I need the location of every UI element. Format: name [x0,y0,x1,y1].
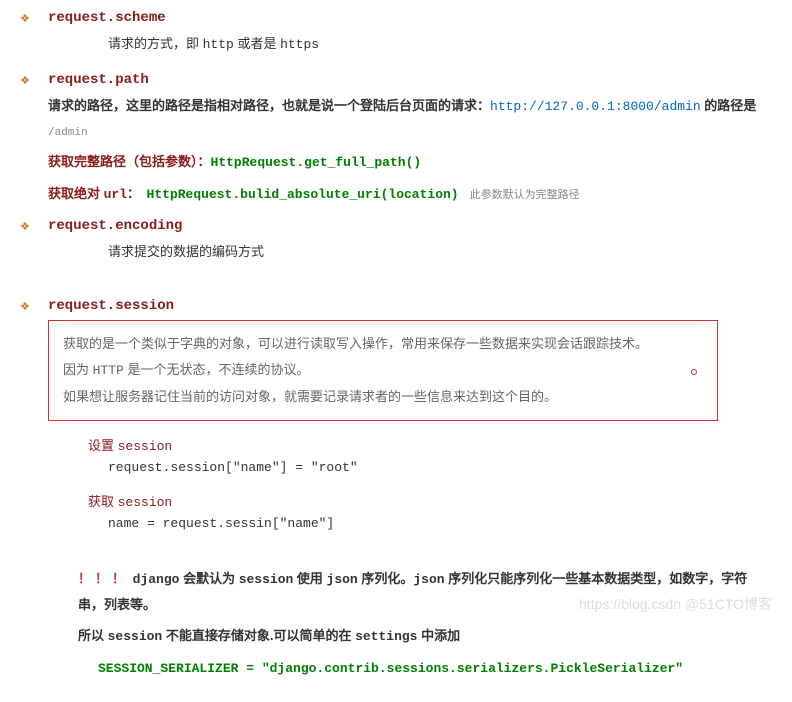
code-http-proto: HTTP [93,363,124,378]
text: 是一个无状态，不连续的协议。 [124,362,310,377]
code-set-session: request.session["name"] = "root" [108,460,772,475]
bullet-diamond: ❖ [20,72,48,87]
code-session-word: session [239,572,294,587]
text: 获取 [88,494,118,509]
box-line1: 获取的是一个类似于字典的对象，可以进行读取写入操作，常用来保存一些数据来实现会话… [63,331,703,357]
code-absuri: HttpRequest.bulid_absolute_uri(location) [147,187,459,202]
section-body: request.session 获取的是一个类似于字典的对象，可以进行读取写入操… [48,298,772,688]
bullet-diamond: ❖ [20,10,48,25]
heading-encoding: request.encoding [48,218,772,234]
section-body: request.path 请求的路径，这里的路径是指相对路径，也就是说一个登陆后… [48,72,772,214]
label-url-word: url [104,187,127,202]
sep: ： [198,154,211,169]
label-fullpath: 获取完整路径（包括参数） [48,154,198,169]
spacer [48,547,772,567]
section-session: ❖ request.session 获取的是一个类似于字典的对象，可以进行读取写… [20,298,772,688]
code-get-session: name = request.sessin["name"] [108,516,772,531]
text: 因为 [63,362,93,377]
heading-scheme: request.scheme [48,10,772,26]
watermark: https://blog.csdn @51CTO博客 [579,594,772,614]
code-json: json [327,572,358,587]
box-line3: 如果想让服务器记住当前的访问对象，就需要记录请求者的一些信息来达到这个目的。 [63,384,703,410]
text: 中添加 [418,628,461,643]
section-path: ❖ request.path 请求的路径，这里的路径是指相对路径，也就是说一个登… [20,72,772,214]
code-https: https [280,37,319,52]
spacer [20,278,772,298]
text: 不能直接存储对象.可以简单的在 [162,628,355,643]
bullet-diamond: ❖ [20,298,48,313]
desc-encoding: 请求提交的数据的编码方式 [48,240,772,265]
section-scheme: ❖ request.scheme 请求的方式，即 http 或者是 https [20,10,772,68]
code-session-word: session [118,495,173,510]
section-body: request.encoding 请求提交的数据的编码方式 [48,218,772,275]
code-http: http [203,37,234,52]
code-getfullpath: HttpRequest.get_full_path() [211,155,422,170]
url-example: http://127.0.0.1:8000/admin [490,99,701,114]
path-line3: 获取绝对 url： HttpRequest.bulid_absolute_uri… [48,182,772,208]
text: 设置 [88,438,118,453]
code-admin: /admin [48,127,88,139]
heading-session: request.session [48,298,772,314]
text: 使用 [293,571,326,586]
label-absurl: 获取绝对 [48,186,104,201]
section-body: request.scheme 请求的方式，即 http 或者是 https [48,10,772,68]
code-settings: settings [355,629,417,644]
warning-line2: 所以 session 不能直接存储对象.可以简单的在 settings 中添加 [48,624,772,650]
section-encoding: ❖ request.encoding 请求提交的数据的编码方式 [20,218,772,275]
code-serializer: SESSION_SERIALIZER = "django.contrib.ses… [48,657,772,682]
desc-scheme: 请求的方式，即 http 或者是 https [48,32,772,58]
path-line1: 请求的路径，这里的路径是指相对路径，也就是说一个登陆后台页面的请求：http:/… [48,94,772,145]
subhead-get-session: 获取 session [88,491,772,510]
text: 请求的方式，即 [108,36,203,51]
exclaim-icon: ！！！ [78,571,129,586]
text: 会默认为 [179,571,238,586]
subhead-set-session: 设置 session [88,435,772,454]
note-default: 此参数默认为完整路径 [459,190,580,202]
text: 的路径是 [701,98,757,113]
bullet-diamond: ❖ [20,218,48,233]
text: 所以 [78,628,108,643]
sep: ： [127,186,147,201]
path-line2: 获取完整路径（包括参数）：HttpRequest.get_full_path() [48,150,772,176]
code-json: json [413,572,444,587]
text: 序列化。 [358,571,414,586]
box-line2: 因为 HTTP 是一个无状态，不连续的协议。 [63,357,703,384]
text: 请求的路径，这里的路径是指相对路径，也就是说一个登陆后台页面的请求： [48,98,490,113]
heading-path: request.path [48,72,772,88]
code-session-word: session [108,629,163,644]
code-session-word: session [118,439,173,454]
session-note-box: 获取的是一个类似于字典的对象，可以进行读取写入操作，常用来保存一些数据来实现会话… [48,320,718,421]
box-marker-dot [691,369,697,375]
code-django: django [133,572,180,587]
text: 或者是 [234,36,280,51]
